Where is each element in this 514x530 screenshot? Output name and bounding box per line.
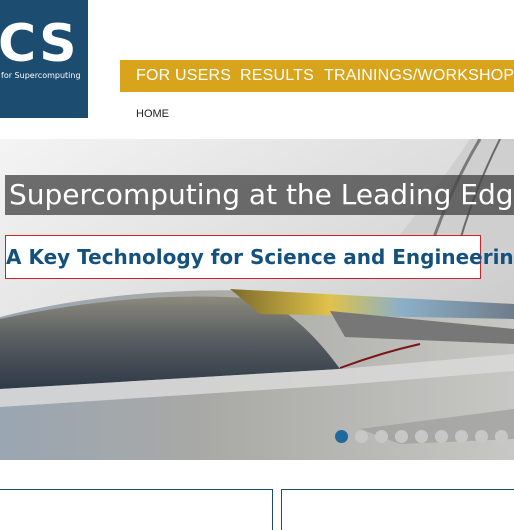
logo-mark: CS <box>0 14 79 74</box>
content-box-right <box>281 489 514 530</box>
main-navigation: FOR USERS RESULTS TRAININGS/WORKSHOPS <box>120 60 514 92</box>
hero-title: Supercomputing at the Leading Edge <box>5 175 514 215</box>
slider-dot-5[interactable] <box>415 430 428 443</box>
slider-dot-6[interactable] <box>435 430 448 443</box>
slider-dot-3[interactable] <box>375 430 388 443</box>
slider-dot-7[interactable] <box>455 430 468 443</box>
slider-dot-8[interactable] <box>475 430 488 443</box>
nav-item-trainings-workshops[interactable]: TRAININGS/WORKSHOPS <box>324 60 514 92</box>
hero-slider[interactable]: Supercomputing at the Leading Edge A Key… <box>0 139 514 460</box>
nav-item-results[interactable]: RESULTS <box>240 60 314 92</box>
breadcrumb-home[interactable]: HOME <box>136 108 169 120</box>
slider-dot-9[interactable] <box>495 430 508 443</box>
site-logo[interactable]: CS for Supercomputing <box>0 0 88 118</box>
logo-subtitle: for Supercomputing <box>1 71 81 80</box>
slider-dot-2[interactable] <box>355 430 368 443</box>
slider-pagination <box>335 430 514 444</box>
content-box-left <box>0 489 273 530</box>
slider-dot-1[interactable] <box>335 430 348 443</box>
slider-dot-4[interactable] <box>395 430 408 443</box>
hero-subtitle: A Key Technology for Science and Enginee… <box>5 235 514 279</box>
nav-item-for-users[interactable]: FOR USERS <box>136 60 231 92</box>
